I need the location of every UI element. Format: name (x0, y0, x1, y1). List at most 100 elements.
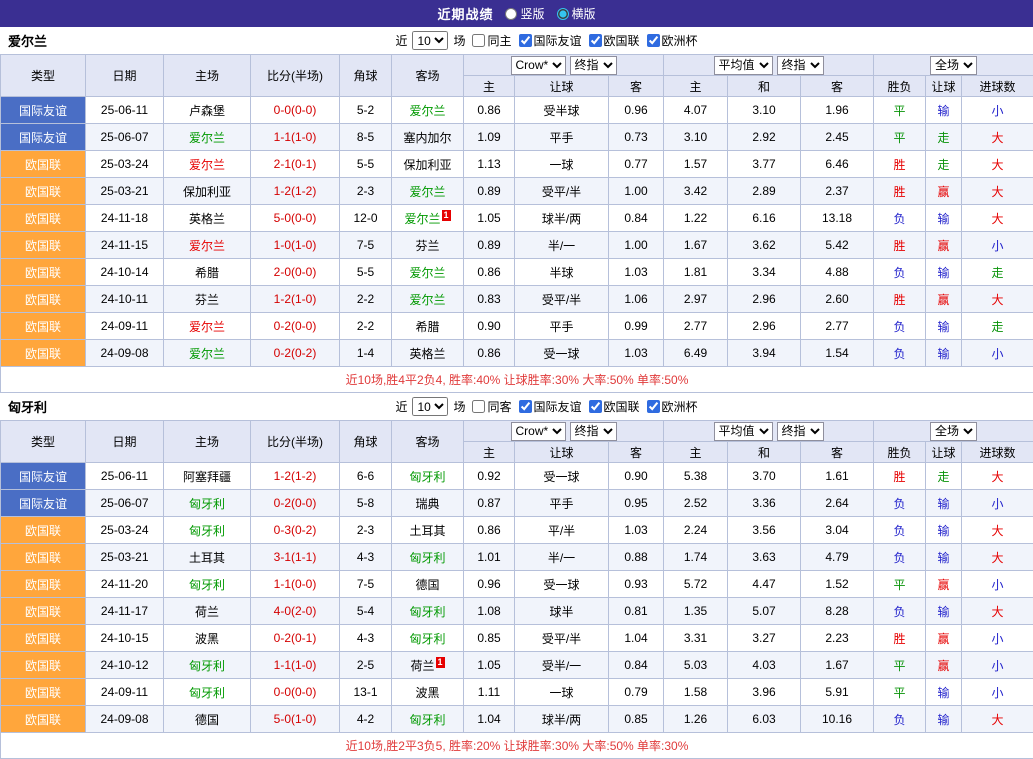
matches-table: 类型日期主场比分(半场)角球客场Crow*终指平均值终指全场主让球客主和客胜负让… (0, 420, 1033, 759)
home-team-cell: 爱尔兰 (164, 232, 251, 259)
home-odds-cell: 0.90 (464, 313, 515, 340)
match-row: 国际友谊25-06-07匈牙利0-2(0-0)5-8瑞典0.87平手0.952.… (1, 490, 1033, 517)
avg-selects-cell: 平均值终指 (664, 421, 874, 442)
match-row: 欧国联25-03-21土耳其3-1(1-1)4-3匈牙利1.01半/一0.881… (1, 544, 1033, 571)
recent-suffix-label: 场 (453, 398, 465, 415)
average-away-cell: 1.52 (801, 571, 874, 598)
filter-checkbox-2[interactable]: 欧国联 (589, 398, 640, 415)
fulltime-select[interactable]: 全场 (930, 422, 977, 441)
filter-checkbox-input[interactable] (647, 34, 660, 47)
average-draw-cell: 3.36 (728, 490, 801, 517)
column-header: 主场 (164, 55, 251, 97)
odds-source-select[interactable]: Crow* (511, 422, 566, 441)
match-date: 24-09-11 (86, 679, 164, 706)
horizontal-layout-radio[interactable] (557, 8, 569, 20)
filter-checkbox-input[interactable] (472, 34, 485, 47)
fulltime-select[interactable]: 全场 (930, 56, 977, 75)
score-cell: 0-2(0-0) (251, 313, 340, 340)
league-type-cell: 欧国联 (1, 151, 86, 178)
away-team-cell: 匈牙利 (392, 463, 464, 490)
layout-option-horizontal[interactable]: 横版 (557, 5, 596, 22)
recent-count-select[interactable]: 10 (412, 31, 448, 50)
away-team-name: 匈牙利 (409, 551, 445, 565)
away-team-cell: 德国 (392, 571, 464, 598)
away-odds-cell: 0.93 (609, 571, 664, 598)
average-stage-select[interactable]: 终指 (777, 422, 824, 441)
column-header: 客场 (392, 55, 464, 97)
corners-cell: 7-5 (340, 571, 392, 598)
column-header: 角球 (340, 55, 392, 97)
average-home-cell: 2.24 (664, 517, 728, 544)
handicap-cell: 受平/半 (515, 178, 609, 205)
away-team-name: 塞内加尔 (403, 131, 451, 145)
sub-column-header: 客 (801, 442, 874, 463)
home-odds-cell: 0.86 (464, 517, 515, 544)
average-home-cell: 3.10 (664, 124, 728, 151)
odds-stage-select[interactable]: 终指 (570, 56, 617, 75)
match-date: 25-03-24 (86, 151, 164, 178)
filter-checkbox-0[interactable]: 同主 (472, 32, 511, 49)
home-team-cell: 匈牙利 (164, 571, 251, 598)
handicap-result-cell: 输 (926, 205, 962, 232)
match-date: 24-09-11 (86, 313, 164, 340)
win-draw-loss-cell: 负 (874, 706, 926, 733)
filter-checkbox-1[interactable]: 国际友谊 (519, 32, 582, 49)
match-date: 24-10-12 (86, 652, 164, 679)
score-cell: 2-0(0-0) (251, 259, 340, 286)
average-draw-cell: 6.03 (728, 706, 801, 733)
score-cell: 1-2(1-2) (251, 463, 340, 490)
corners-cell: 2-3 (340, 178, 392, 205)
average-draw-cell: 3.77 (728, 151, 801, 178)
away-team-cell: 匈牙利 (392, 625, 464, 652)
filter-checkbox-1[interactable]: 国际友谊 (519, 398, 582, 415)
sub-column-header: 客 (609, 442, 664, 463)
odds-stage-select[interactable]: 终指 (570, 422, 617, 441)
recent-count-select[interactable]: 10 (412, 397, 448, 416)
average-select[interactable]: 平均值 (714, 422, 773, 441)
match-row: 欧国联24-10-12匈牙利1-1(1-0)2-5荷兰11.05受半/一0.84… (1, 652, 1033, 679)
score-cell: 0-0(0-0) (251, 679, 340, 706)
home-team-cell: 英格兰 (164, 205, 251, 232)
average-away-cell: 5.42 (801, 232, 874, 259)
filter-checkbox-input[interactable] (519, 400, 532, 413)
match-date: 24-11-17 (86, 598, 164, 625)
league-type-cell: 欧国联 (1, 679, 86, 706)
average-home-cell: 2.77 (664, 313, 728, 340)
filter-checkbox-input[interactable] (589, 400, 602, 413)
home-team-name: 希腊 (195, 266, 219, 280)
home-team-cell: 荷兰 (164, 598, 251, 625)
horizontal-layout-label: 横版 (572, 5, 596, 22)
filter-checkbox-input[interactable] (589, 34, 602, 47)
corners-cell: 1-4 (340, 340, 392, 367)
filter-checkbox-input[interactable] (472, 400, 485, 413)
handicap-result-cell: 输 (926, 517, 962, 544)
filter-checkbox-input[interactable] (519, 34, 532, 47)
odds-source-select[interactable]: Crow* (511, 56, 566, 75)
home-team-cell: 德国 (164, 706, 251, 733)
match-date: 25-06-07 (86, 490, 164, 517)
average-select[interactable]: 平均值 (714, 56, 773, 75)
away-team-cell: 瑞典 (392, 490, 464, 517)
average-draw-cell: 3.27 (728, 625, 801, 652)
away-team-name: 匈牙利 (409, 605, 445, 619)
vertical-layout-radio[interactable] (505, 8, 517, 20)
average-home-cell: 5.03 (664, 652, 728, 679)
average-draw-cell: 3.94 (728, 340, 801, 367)
filter-checkbox-2[interactable]: 欧国联 (589, 32, 640, 49)
score-cell: 0-2(0-2) (251, 340, 340, 367)
filter-checkbox-3[interactable]: 欧洲杯 (647, 32, 698, 49)
average-stage-select[interactable]: 终指 (777, 56, 824, 75)
home-team-name: 爱尔兰 (189, 131, 225, 145)
filter-checkbox-0[interactable]: 同客 (472, 398, 511, 415)
sub-column-header: 让球 (515, 442, 609, 463)
match-date: 24-11-20 (86, 571, 164, 598)
average-away-cell: 2.45 (801, 124, 874, 151)
handicap-cell: 球半/两 (515, 706, 609, 733)
away-odds-cell: 1.03 (609, 517, 664, 544)
filter-checkbox-3[interactable]: 欧洲杯 (647, 398, 698, 415)
layout-option-vertical[interactable]: 竖版 (505, 5, 544, 22)
home-team-cell: 爱尔兰 (164, 313, 251, 340)
handicap-result-cell: 赢 (926, 286, 962, 313)
handicap-result-cell: 输 (926, 598, 962, 625)
filter-checkbox-input[interactable] (647, 400, 660, 413)
